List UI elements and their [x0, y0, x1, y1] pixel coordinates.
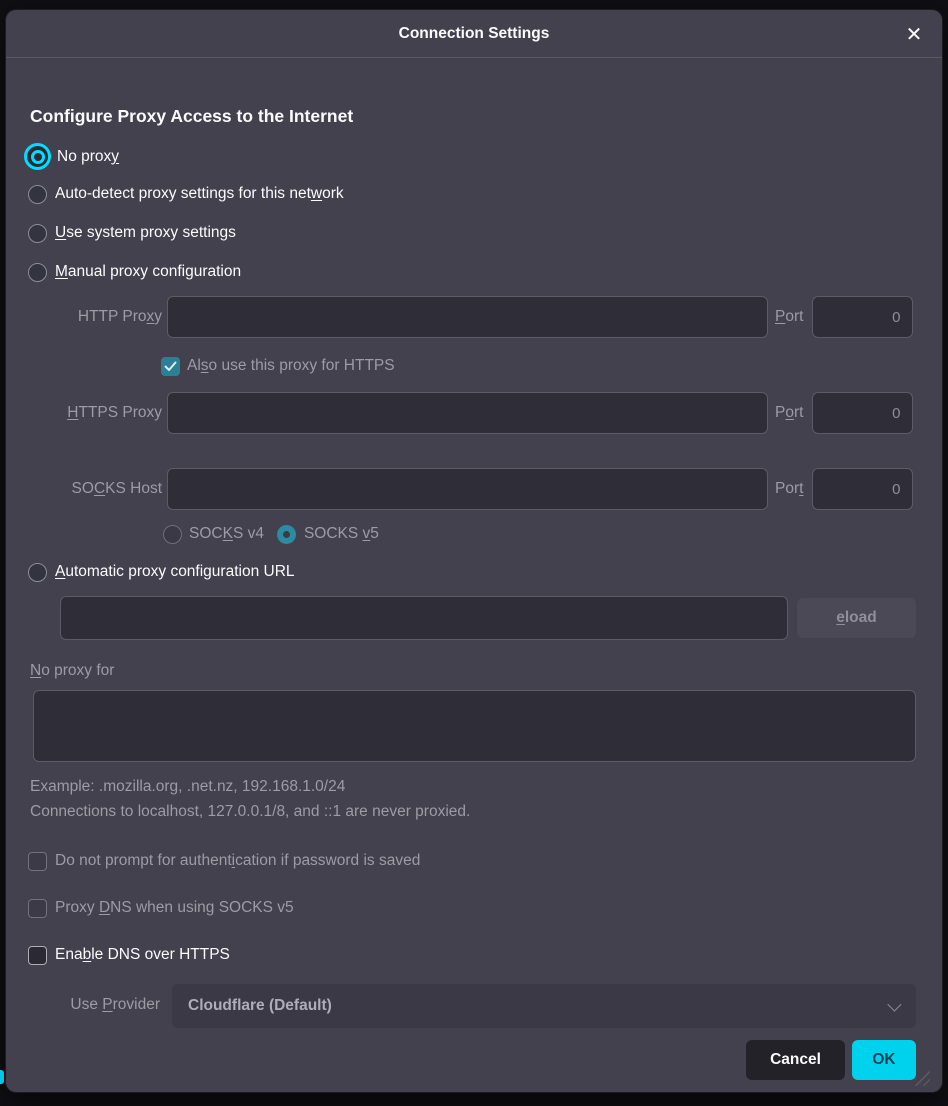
dialog-title-bar: Connection Settings ✕: [6, 10, 942, 58]
socks-port-input[interactable]: [812, 468, 913, 510]
http-port-input[interactable]: [812, 296, 913, 338]
http-proxy-label: HTTP Proxy: [26, 308, 162, 326]
chevron-down-icon: [887, 998, 901, 1012]
https-port-label: Port: [775, 404, 803, 422]
radio-auto-url-label: Automatic proxy configuration URL: [55, 563, 295, 581]
checkbox-proxy-dns[interactable]: [28, 899, 47, 918]
proxy-dns-label: Proxy DNS when using SOCKS v5: [55, 899, 294, 917]
no-proxy-for-label: No proxy for: [30, 661, 114, 681]
localhost-note-text: Connections to localhost, 127.0.0.1/8, a…: [30, 803, 470, 821]
socks-host-row: SOCKS Host Port: [26, 468, 913, 510]
radio-socks-v5-label[interactable]: SOCKS v5: [304, 525, 379, 543]
page-title: Configure Proxy Access to the Internet: [30, 106, 353, 127]
radio-auto-detect-label: Auto-detect proxy settings for this netw…: [55, 185, 344, 203]
https-proxy-input[interactable]: [167, 392, 768, 434]
option-row-dns-over-https[interactable]: Enable DNS over HTTPS: [28, 945, 230, 965]
https-proxy-row: HTTPS Proxy Port: [26, 392, 913, 434]
radio-system-proxy[interactable]: [28, 224, 47, 243]
http-port-label: Port: [775, 308, 803, 326]
close-icon[interactable]: ✕: [898, 18, 930, 50]
radio-row-auto-detect[interactable]: Auto-detect proxy settings for this netw…: [28, 181, 344, 207]
https-port-input[interactable]: [812, 392, 913, 434]
radio-manual-proxy[interactable]: [28, 263, 47, 282]
https-proxy-label: HTTPS Proxy: [26, 404, 162, 422]
radio-row-system-proxy[interactable]: Use system proxy settings: [28, 220, 236, 246]
radio-dot: [283, 531, 290, 538]
http-proxy-input[interactable]: [167, 296, 768, 338]
background-artifact: [0, 1070, 4, 1084]
no-prompt-auth-label: Do not prompt for authentication if pass…: [55, 852, 420, 870]
radio-manual-proxy-label: Manual proxy configuration: [55, 263, 241, 281]
connection-settings-dialog: Connection Settings ✕ Configure Proxy Ac…: [6, 10, 942, 1092]
use-provider-label: Use Provider: [26, 995, 160, 1015]
provider-dropdown[interactable]: Cloudflare (Default): [172, 984, 916, 1028]
checkbox-dns-over-https[interactable]: [28, 946, 47, 965]
reload-button[interactable]: eload: [797, 598, 916, 638]
checkmark-icon: [164, 361, 177, 372]
radio-row-auto-url[interactable]: Automatic proxy configuration URL: [28, 559, 295, 585]
radio-socks-v4-label[interactable]: SOCKS v4: [189, 525, 264, 543]
also-https-row[interactable]: Also use this proxy for HTTPS: [161, 356, 395, 376]
radio-socks-v4[interactable]: [163, 525, 182, 544]
radio-system-proxy-label: Use system proxy settings: [55, 224, 236, 242]
socks-port-label: Port: [775, 480, 803, 498]
radio-row-no-proxy[interactable]: No proxy: [24, 143, 119, 170]
resize-grip[interactable]: [914, 1070, 930, 1086]
radio-row-manual-proxy[interactable]: Manual proxy configuration: [28, 259, 241, 285]
auto-url-input[interactable]: [60, 596, 788, 640]
no-proxy-for-textarea[interactable]: [33, 690, 916, 762]
checkbox-no-prompt-auth[interactable]: [28, 852, 47, 871]
radio-auto-detect[interactable]: [28, 185, 47, 204]
option-row-no-prompt-auth[interactable]: Do not prompt for authentication if pass…: [28, 851, 420, 871]
socks-version-row: SOCKS v4 SOCKS v5: [163, 521, 379, 547]
provider-selected-value: Cloudflare (Default): [188, 997, 332, 1015]
socks-host-input[interactable]: [167, 468, 768, 510]
cancel-button[interactable]: Cancel: [746, 1040, 845, 1080]
dns-over-https-label: Enable DNS over HTTPS: [55, 946, 230, 964]
checkbox-also-https[interactable]: [161, 357, 180, 376]
socks-host-label: SOCKS Host: [26, 480, 162, 498]
radio-no-proxy-label: No proxy: [57, 148, 119, 166]
radio-auto-url[interactable]: [28, 563, 47, 582]
radio-dot: [31, 150, 45, 164]
radio-socks-v5[interactable]: [277, 525, 296, 544]
ok-button[interactable]: OK: [852, 1040, 916, 1080]
also-https-label: Also use this proxy for HTTPS: [187, 357, 395, 375]
option-row-proxy-dns[interactable]: Proxy DNS when using SOCKS v5: [28, 898, 294, 918]
dialog-title: Connection Settings: [6, 10, 942, 57]
http-proxy-row: HTTP Proxy Port: [26, 296, 913, 338]
no-proxy-example-text: Example: .mozilla.org, .net.nz, 192.168.…: [30, 778, 345, 796]
radio-no-proxy[interactable]: [24, 143, 51, 170]
